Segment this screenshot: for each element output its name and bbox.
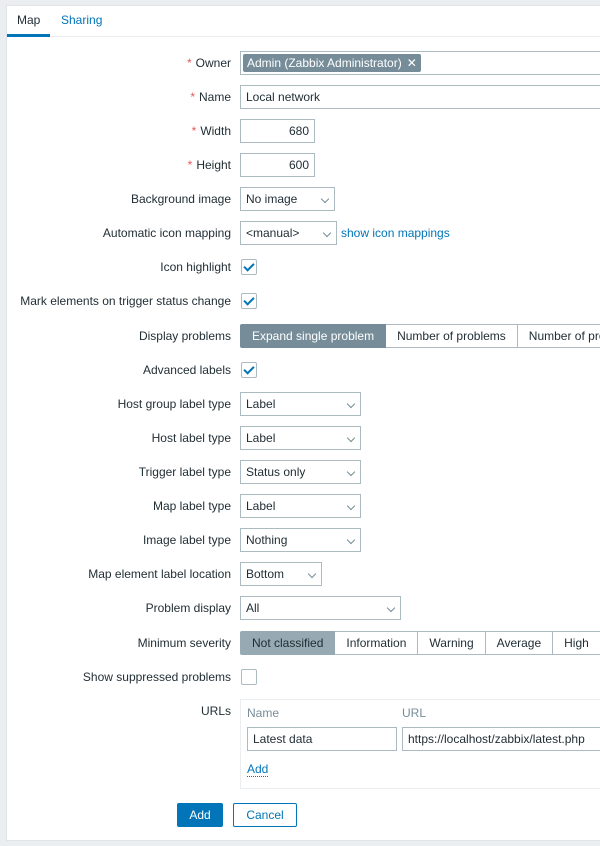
display-problems-option-expand-single[interactable]: Expand single problem: [240, 324, 387, 348]
owner-row: * Owner Admin (Zabbix Administrator) ✕: [7, 51, 600, 75]
chevron-down-icon: [346, 467, 356, 477]
icon-highlight-checkbox[interactable]: [241, 259, 257, 275]
show-suppressed-checkbox[interactable]: [241, 669, 257, 685]
owner-label: * Owner: [186, 56, 231, 70]
name-input[interactable]: Local network: [240, 85, 600, 109]
display-problems-option-number-expand[interactable]: Number of problems and expand most criti…: [517, 324, 600, 348]
severity-option-warning[interactable]: Warning: [418, 631, 486, 655]
severity-option-information[interactable]: Information: [335, 631, 419, 655]
chevron-down-icon: [322, 228, 332, 238]
label-location-label: Map element label location: [88, 567, 231, 581]
height-input[interactable]: 600: [240, 153, 315, 177]
name-label: * Name: [190, 90, 231, 104]
chevron-down-icon: [346, 535, 356, 545]
icon-mapping-label: Automatic icon mapping: [102, 226, 231, 240]
host-group-label-type-label: Host group label type: [117, 397, 231, 411]
map-label-type-select[interactable]: Label: [240, 494, 361, 518]
name-row: * Name Local network: [7, 85, 600, 109]
trigger-label-type-label: Trigger label type: [138, 465, 231, 479]
urls-table: Name URL Latest data https://localhost/z…: [240, 699, 600, 789]
advanced-labels-checkbox[interactable]: [241, 362, 257, 378]
urls-label: URLs: [200, 704, 231, 718]
chevron-down-icon: [346, 399, 356, 409]
severity-option-average[interactable]: Average: [485, 631, 554, 655]
problem-display-select[interactable]: All: [240, 596, 401, 620]
tab-map[interactable]: Map: [7, 6, 51, 37]
trigger-label-type-row: Trigger label type Status only: [7, 460, 600, 484]
background-image-row: Background image No image: [7, 187, 600, 211]
problem-display-row: Problem display All: [7, 596, 600, 620]
height-row: * Height 600: [7, 153, 600, 177]
label-location-row: Map element label location Bottom: [7, 562, 600, 586]
show-suppressed-row: Show suppressed problems: [7, 665, 600, 689]
close-icon[interactable]: ✕: [407, 56, 417, 70]
trigger-label-type-select[interactable]: Status only: [240, 460, 361, 484]
minimum-severity-label: Minimum severity: [137, 636, 231, 650]
icon-highlight-label: Icon highlight: [160, 260, 231, 274]
map-label-type-label: Map label type: [152, 499, 231, 513]
show-icon-mappings-link[interactable]: show icon mappings: [341, 221, 450, 245]
urls-row: URLs Name URL Latest data https://localh…: [7, 699, 600, 789]
add-url-link[interactable]: Add: [247, 762, 269, 777]
display-problems-label: Display problems: [138, 329, 231, 343]
url-value-input[interactable]: https://localhost/zabbix/latest.php: [402, 727, 600, 751]
display-problems-option-number[interactable]: Number of problems: [386, 324, 518, 348]
problem-display-label: Problem display: [145, 601, 231, 615]
show-suppressed-label: Show suppressed problems: [82, 670, 231, 684]
host-label-type-row: Host label type Label: [7, 426, 600, 450]
width-label: * Width: [191, 124, 231, 138]
owner-multiselect[interactable]: Admin (Zabbix Administrator) ✕: [240, 51, 600, 75]
minimum-severity-row: Minimum severity Not classified Informat…: [7, 631, 600, 655]
label-location-select[interactable]: Bottom: [240, 562, 322, 586]
host-label-type-label: Host label type: [151, 431, 231, 445]
map-edit-form: Map Sharing * Owner Admin (Zabbix Adminis…: [6, 5, 600, 841]
image-label-type-label: Image label type: [142, 533, 231, 547]
background-image-select[interactable]: No image: [240, 187, 335, 211]
image-label-type-select[interactable]: Nothing: [240, 528, 361, 552]
icon-mapping-select[interactable]: <manual>: [240, 221, 337, 245]
chevron-down-icon: [320, 194, 330, 204]
display-problems-segmented: Expand single problem Number of problems…: [240, 324, 600, 348]
tab-bar: Map Sharing: [7, 6, 600, 37]
required-asterisk: *: [191, 124, 197, 138]
chevron-down-icon: [386, 603, 396, 613]
advanced-labels-row: Advanced labels: [7, 358, 600, 382]
map-label-type-row: Map label type Label: [7, 494, 600, 518]
chevron-down-icon: [307, 569, 317, 579]
tab-sharing[interactable]: Sharing: [51, 6, 112, 36]
required-asterisk: *: [190, 90, 195, 104]
display-problems-row: Display problems Expand single problem N…: [7, 324, 600, 348]
host-group-label-type-row: Host group label type Label: [7, 392, 600, 416]
mark-elements-checkbox[interactable]: [241, 293, 257, 309]
urls-column-name: Name: [247, 706, 280, 720]
host-group-label-type-select[interactable]: Label: [240, 392, 361, 416]
icon-highlight-row: Icon highlight: [7, 255, 600, 279]
width-input[interactable]: 680: [240, 119, 315, 143]
width-row: * Width 680: [7, 119, 600, 143]
required-asterisk: *: [186, 56, 192, 70]
urls-column-url: URL: [402, 706, 427, 720]
required-asterisk: *: [187, 158, 193, 172]
url-name-input[interactable]: Latest data: [247, 727, 397, 751]
severity-option-high[interactable]: High: [553, 631, 600, 655]
image-label-type-row: Image label type Nothing: [7, 528, 600, 552]
mark-elements-row: Mark elements on trigger status change: [7, 289, 600, 313]
chevron-down-icon: [346, 501, 356, 511]
advanced-labels-label: Advanced labels: [142, 363, 231, 377]
severity-option-not-classified[interactable]: Not classified: [240, 631, 336, 655]
owner-chip: Admin (Zabbix Administrator) ✕: [243, 54, 421, 72]
add-button[interactable]: Add: [177, 803, 223, 827]
background-image-label: Background image: [130, 192, 231, 206]
cancel-button[interactable]: Cancel: [233, 803, 297, 827]
host-label-type-select[interactable]: Label: [240, 426, 361, 450]
mark-elements-label: Mark elements on trigger status change: [20, 294, 231, 308]
icon-mapping-row: Automatic icon mapping <manual> show ico…: [7, 221, 600, 245]
height-label: * Height: [187, 158, 231, 172]
minimum-severity-segmented: Not classified Information Warning Avera…: [240, 631, 600, 655]
chevron-down-icon: [346, 433, 356, 443]
